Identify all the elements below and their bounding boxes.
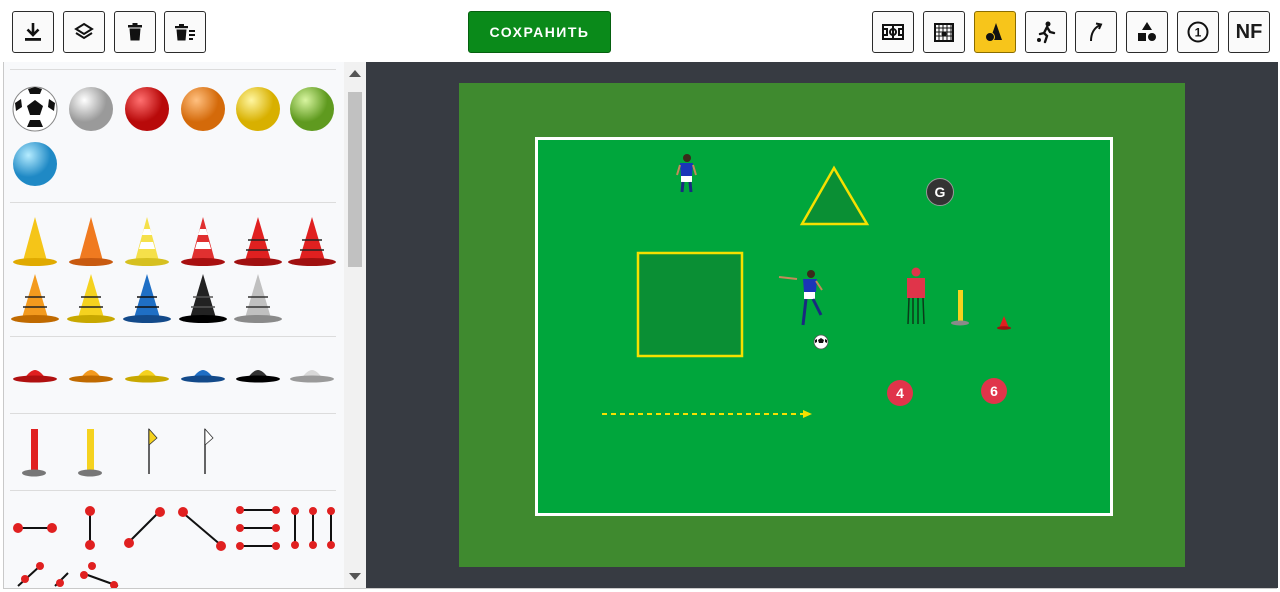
goal-icon (934, 23, 954, 42)
trash-icon (128, 23, 142, 41)
svg-text:1: 1 (1195, 26, 1202, 40)
player-tool-button[interactable] (1025, 11, 1067, 53)
red-pole-item[interactable] (22, 429, 46, 477)
mannequin-dummy[interactable] (907, 267, 925, 325)
drawing-canvas[interactable]: G 4 6 (366, 62, 1278, 588)
download-icon (25, 23, 41, 41)
black-disc-item[interactable] (236, 370, 280, 383)
zigzag-hurdle-item[interactable] (17, 562, 119, 588)
blue-disc-item[interactable] (181, 370, 225, 383)
numbered-circle-icon: 1 (1187, 21, 1209, 43)
orange-ball-item[interactable] (181, 87, 225, 131)
scroll-down-icon[interactable] (349, 573, 361, 580)
blue-ball-item[interactable] (13, 142, 57, 186)
player-icon (1037, 21, 1056, 44)
orange-disc-item[interactable] (69, 370, 113, 383)
red-cone[interactable] (997, 316, 1011, 330)
red-cone-item[interactable] (234, 217, 282, 266)
dashed-arrow[interactable] (602, 410, 812, 418)
red-ball-item[interactable] (125, 87, 169, 131)
hurdles-group (13, 506, 335, 588)
cones-section (10, 202, 336, 337)
horizontal-ladder-item[interactable] (236, 506, 280, 550)
arrow-tool-button[interactable] (1075, 11, 1117, 53)
balls-group (12, 86, 334, 186)
silver-cone-item[interactable] (234, 274, 282, 323)
number-tool-button[interactable]: 1 (1177, 11, 1219, 53)
yellow-cone-item[interactable] (13, 217, 57, 266)
diagonal-hurdle-down-item[interactable] (178, 507, 226, 551)
player-figure[interactable] (676, 154, 697, 193)
triangle-shape[interactable] (799, 165, 870, 226)
palette-scrollbar[interactable] (344, 62, 366, 588)
square-zone[interactable] (636, 251, 744, 358)
poles-section (10, 414, 336, 491)
goalkeeper-marker-label: G (934, 184, 946, 200)
orange-cone-item[interactable] (69, 217, 113, 266)
blue-cone-item[interactable] (123, 274, 171, 323)
silver-disc-item[interactable] (290, 370, 334, 383)
yellow-ball-item[interactable] (236, 87, 280, 131)
number-marker-label: 6 (990, 383, 998, 399)
gray-ball-item[interactable] (69, 87, 113, 131)
green-ball-item[interactable] (290, 87, 334, 131)
toolbar: СОХРАНИТЬ 1 NF (0, 0, 1280, 62)
trash-list-icon (175, 24, 195, 41)
horizontal-hurdle-item[interactable] (13, 523, 57, 533)
red-striped-cone-item[interactable] (181, 217, 225, 266)
poles-group (22, 427, 214, 477)
black-cone-item[interactable] (179, 274, 227, 323)
number-marker-4[interactable]: 4 (887, 380, 913, 406)
player-kicking-figure[interactable] (778, 270, 823, 326)
goal-tool-button[interactable] (923, 11, 965, 53)
field-tool-button[interactable] (872, 11, 914, 53)
scroll-thumb[interactable] (348, 92, 362, 267)
scroll-up-icon[interactable] (349, 70, 361, 77)
red-disc-item[interactable] (13, 370, 57, 383)
yellow-pole-item[interactable] (78, 429, 102, 477)
equipment-palette (4, 62, 344, 588)
soccer-ball-item[interactable] (12, 86, 58, 132)
yellow-flag-item[interactable] (148, 427, 158, 474)
orange-cone-2-item[interactable] (11, 274, 59, 323)
canvas-objects (602, 154, 1011, 418)
shapes-icon (1138, 22, 1156, 41)
yellow-pole[interactable] (951, 290, 969, 326)
equipment-tool-button[interactable] (974, 11, 1016, 53)
discs-group (13, 370, 334, 383)
goalkeeper-marker[interactable]: G (926, 178, 954, 206)
nf-tool-button[interactable]: NF (1228, 11, 1270, 53)
layers-icon (74, 22, 94, 40)
hurdles-section (10, 491, 336, 588)
number-marker-label: 4 (896, 385, 904, 401)
field-icon (882, 24, 904, 40)
curved-arrow-icon (1090, 22, 1103, 42)
cones-group (11, 217, 336, 323)
balls-section (10, 69, 336, 203)
vertical-ladder-item[interactable] (291, 507, 335, 549)
cone-ball-icon (985, 23, 1002, 42)
layers-button[interactable] (63, 11, 105, 53)
nf-label: NF (1235, 20, 1263, 43)
yellow-disc-item[interactable] (125, 370, 169, 383)
number-marker-6[interactable]: 6 (981, 378, 1007, 404)
discs-section (10, 337, 336, 414)
soccer-ball[interactable] (813, 334, 829, 350)
delete-button[interactable] (114, 11, 156, 53)
shapes-tool-button[interactable] (1126, 11, 1168, 53)
yellow-striped-cone-item[interactable] (125, 217, 169, 266)
download-button[interactable] (12, 11, 54, 53)
save-button[interactable]: СОХРАНИТЬ (468, 11, 611, 53)
yellow-cone-2-item[interactable] (67, 274, 115, 323)
diagonal-hurdle-up-item[interactable] (124, 507, 165, 548)
clear-all-button[interactable] (164, 11, 206, 53)
vertical-hurdle-item[interactable] (85, 506, 95, 550)
red-cone-2-item[interactable] (288, 217, 336, 266)
white-flag-item[interactable] (204, 427, 214, 474)
